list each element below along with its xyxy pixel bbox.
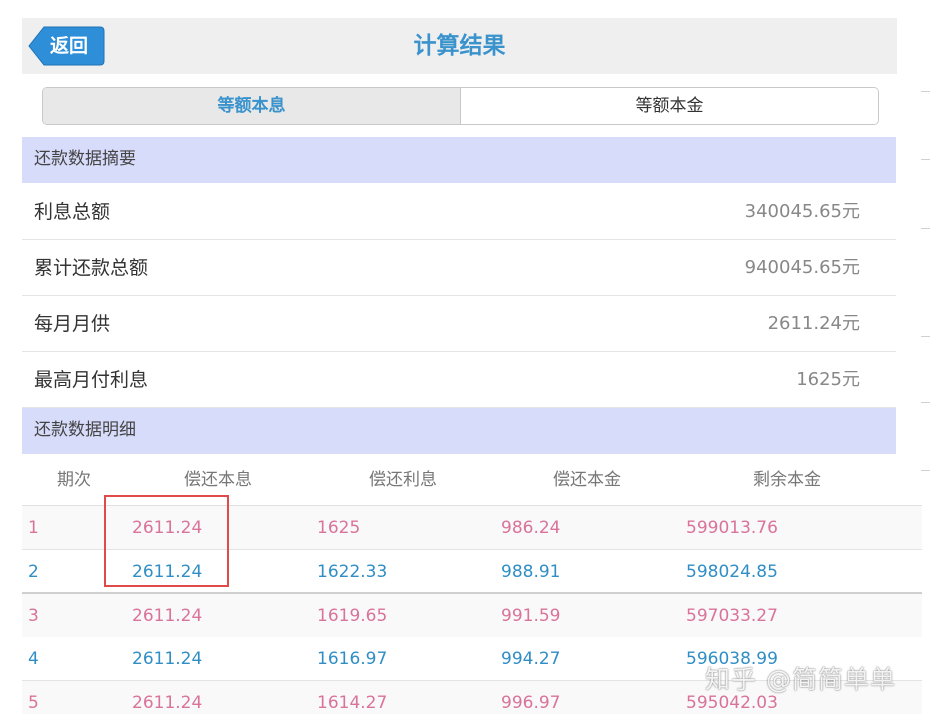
method-tabs: 等额本息 等额本金 bbox=[42, 87, 879, 125]
edge-tick bbox=[921, 228, 930, 229]
table-row: 3 2611.24 1619.65 991.59 597033.27 bbox=[22, 594, 922, 638]
cell-remaining: 597033.27 bbox=[686, 606, 778, 626]
cell-principal: 991.59 bbox=[501, 606, 561, 626]
summary-row-monthly-payment: 每月月供 2611.24元 bbox=[22, 296, 896, 352]
cell-period: 2 bbox=[28, 562, 39, 582]
cell-period: 3 bbox=[28, 606, 39, 626]
cell-interest: 1622.33 bbox=[317, 562, 388, 582]
summary-value: 1625元 bbox=[796, 369, 860, 390]
column-header-period: 期次 bbox=[57, 470, 91, 490]
summary-row-max-interest: 最高月付利息 1625元 bbox=[22, 352, 896, 408]
summary-label: 利息总额 bbox=[34, 201, 111, 223]
edge-tick bbox=[921, 402, 930, 403]
cell-period: 5 bbox=[28, 693, 39, 713]
summary-row-total-interest: 利息总额 340045.65元 bbox=[22, 184, 896, 240]
summary-row-total-repayment: 累计还款总额 940045.65元 bbox=[22, 240, 896, 296]
cell-period: 4 bbox=[28, 649, 39, 669]
cell-principal: 994.27 bbox=[501, 649, 561, 669]
cell-interest: 1614.27 bbox=[317, 693, 388, 713]
tab-equal-installment[interactable]: 等额本息 bbox=[43, 88, 461, 124]
highlight-annotation-box bbox=[104, 495, 229, 587]
edge-tick bbox=[921, 470, 930, 471]
edge-tick bbox=[921, 91, 930, 92]
cell-interest: 1625 bbox=[317, 518, 361, 538]
edge-tick bbox=[921, 336, 930, 337]
page-title: 计算结果 bbox=[413, 33, 506, 59]
summary-value: 2611.24元 bbox=[767, 313, 860, 334]
cell-payment: 2611.24 bbox=[132, 606, 203, 626]
cell-period: 1 bbox=[28, 518, 39, 538]
summary-section-title: 还款数据摘要 bbox=[22, 137, 896, 183]
cell-principal: 996.97 bbox=[501, 693, 561, 713]
zhihu-watermark: 知乎 @简简单单 bbox=[705, 665, 896, 694]
edge-tick bbox=[921, 159, 930, 160]
tab-equal-principal[interactable]: 等额本金 bbox=[461, 88, 878, 124]
header-bar: 返回 计算结果 bbox=[22, 18, 897, 74]
detail-section-title: 还款数据明细 bbox=[22, 408, 896, 454]
cell-principal: 986.24 bbox=[501, 518, 561, 538]
summary-value: 340045.65元 bbox=[744, 201, 860, 222]
cell-payment: 2611.24 bbox=[132, 693, 203, 713]
cell-payment: 2611.24 bbox=[132, 649, 203, 669]
summary-label: 最高月付利息 bbox=[34, 369, 149, 391]
column-header-principal: 偿还本金 bbox=[553, 470, 621, 490]
cell-remaining: 598024.85 bbox=[686, 562, 778, 582]
cell-interest: 1619.65 bbox=[317, 606, 388, 626]
summary-label: 累计还款总额 bbox=[34, 257, 149, 279]
cell-interest: 1616.97 bbox=[317, 649, 388, 669]
column-header-interest: 偿还利息 bbox=[369, 470, 437, 490]
cell-remaining: 599013.76 bbox=[686, 518, 778, 538]
summary-value: 940045.65元 bbox=[744, 257, 860, 278]
column-header-remaining: 剩余本金 bbox=[753, 470, 821, 490]
summary-label: 每月月供 bbox=[34, 313, 111, 335]
cell-principal: 988.91 bbox=[501, 562, 561, 582]
